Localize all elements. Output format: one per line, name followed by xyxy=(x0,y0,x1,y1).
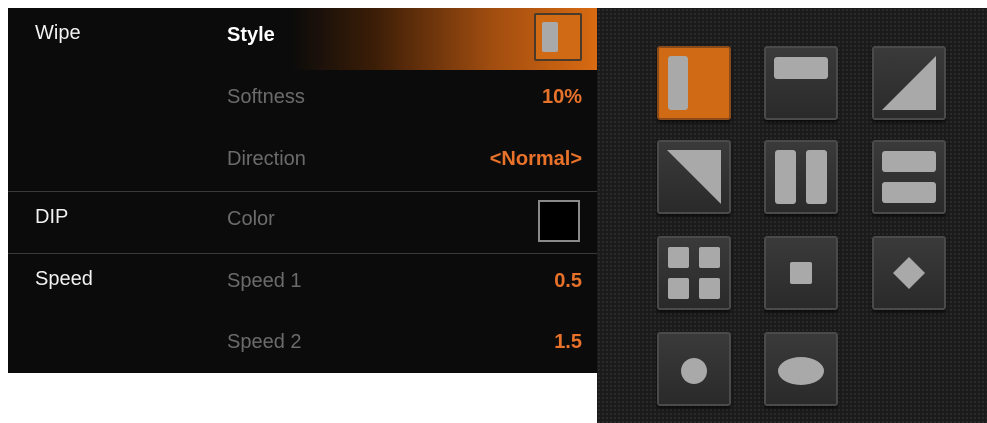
pattern-tile-horizontal-split[interactable] xyxy=(872,140,946,214)
softness-value[interactable]: 10% xyxy=(542,86,582,109)
wipe-pattern-palette xyxy=(597,8,987,423)
param-label-speed-1: Speed 1 xyxy=(227,270,302,292)
param-label-direction: Direction xyxy=(227,148,306,170)
direction-value[interactable]: <Normal> xyxy=(490,148,582,171)
style-thumbnail[interactable] xyxy=(534,13,582,61)
vertical-bar-pattern-icon xyxy=(668,56,688,110)
diamond-pattern-icon xyxy=(893,257,925,289)
pattern-tile-diagonal-bottom-left[interactable] xyxy=(657,140,731,214)
pattern-tile-horizontal-bar[interactable] xyxy=(764,46,838,120)
horizontal-bar-pattern-icon xyxy=(774,57,828,79)
param-label-softness: Softness xyxy=(227,86,305,108)
category-label-speed: Speed xyxy=(35,268,93,290)
diagonal-bottom-left-pattern-icon xyxy=(667,150,721,204)
pattern-tile-center-square[interactable] xyxy=(764,236,838,310)
param-label-style: Style xyxy=(227,24,275,46)
color-swatch[interactable] xyxy=(538,200,580,242)
param-label-speed-2: Speed 2 xyxy=(227,331,302,353)
pattern-tile-diamond[interactable] xyxy=(872,236,946,310)
menu-row-direction[interactable]: Direction <Normal> xyxy=(8,132,598,194)
pattern-tile-vertical-split[interactable] xyxy=(764,140,838,214)
center-square-pattern-icon xyxy=(790,262,812,284)
vertical-split-pattern-icon xyxy=(775,150,827,204)
horizontal-split-pattern-icon xyxy=(882,151,936,203)
pattern-tile-ellipse[interactable] xyxy=(764,332,838,406)
category-label-dip: DIP xyxy=(35,206,69,228)
vertical-bar-icon xyxy=(542,22,558,52)
pattern-tile-diagonal-top-right[interactable] xyxy=(872,46,946,120)
menu-row-style[interactable]: Wipe Style xyxy=(8,8,598,70)
ellipse-pattern-icon xyxy=(778,357,824,385)
diagonal-top-right-pattern-icon xyxy=(882,56,936,110)
speed-2-value[interactable]: 1.5 xyxy=(554,331,582,354)
menu-row-color[interactable]: DIP Color xyxy=(8,192,598,254)
pattern-tile-vertical-bar[interactable] xyxy=(657,46,731,120)
pattern-tile-circle[interactable] xyxy=(657,332,731,406)
circle-pattern-icon xyxy=(681,358,707,384)
menu-row-speed-1[interactable]: Speed Speed 1 0.5 xyxy=(8,254,598,316)
speed-1-value[interactable]: 0.5 xyxy=(554,270,582,293)
category-label-wipe: Wipe xyxy=(35,22,81,44)
pattern-tile-four-squares[interactable] xyxy=(657,236,731,310)
menu-row-softness[interactable]: Softness 10% xyxy=(8,70,598,132)
four-squares-pattern-icon xyxy=(668,247,720,299)
menu-row-speed-2[interactable]: Speed 2 1.5 xyxy=(8,315,598,377)
wipe-settings-menu: Wipe Style Softness 10% Direction <Norma… xyxy=(8,8,598,373)
param-label-color: Color xyxy=(227,208,275,230)
